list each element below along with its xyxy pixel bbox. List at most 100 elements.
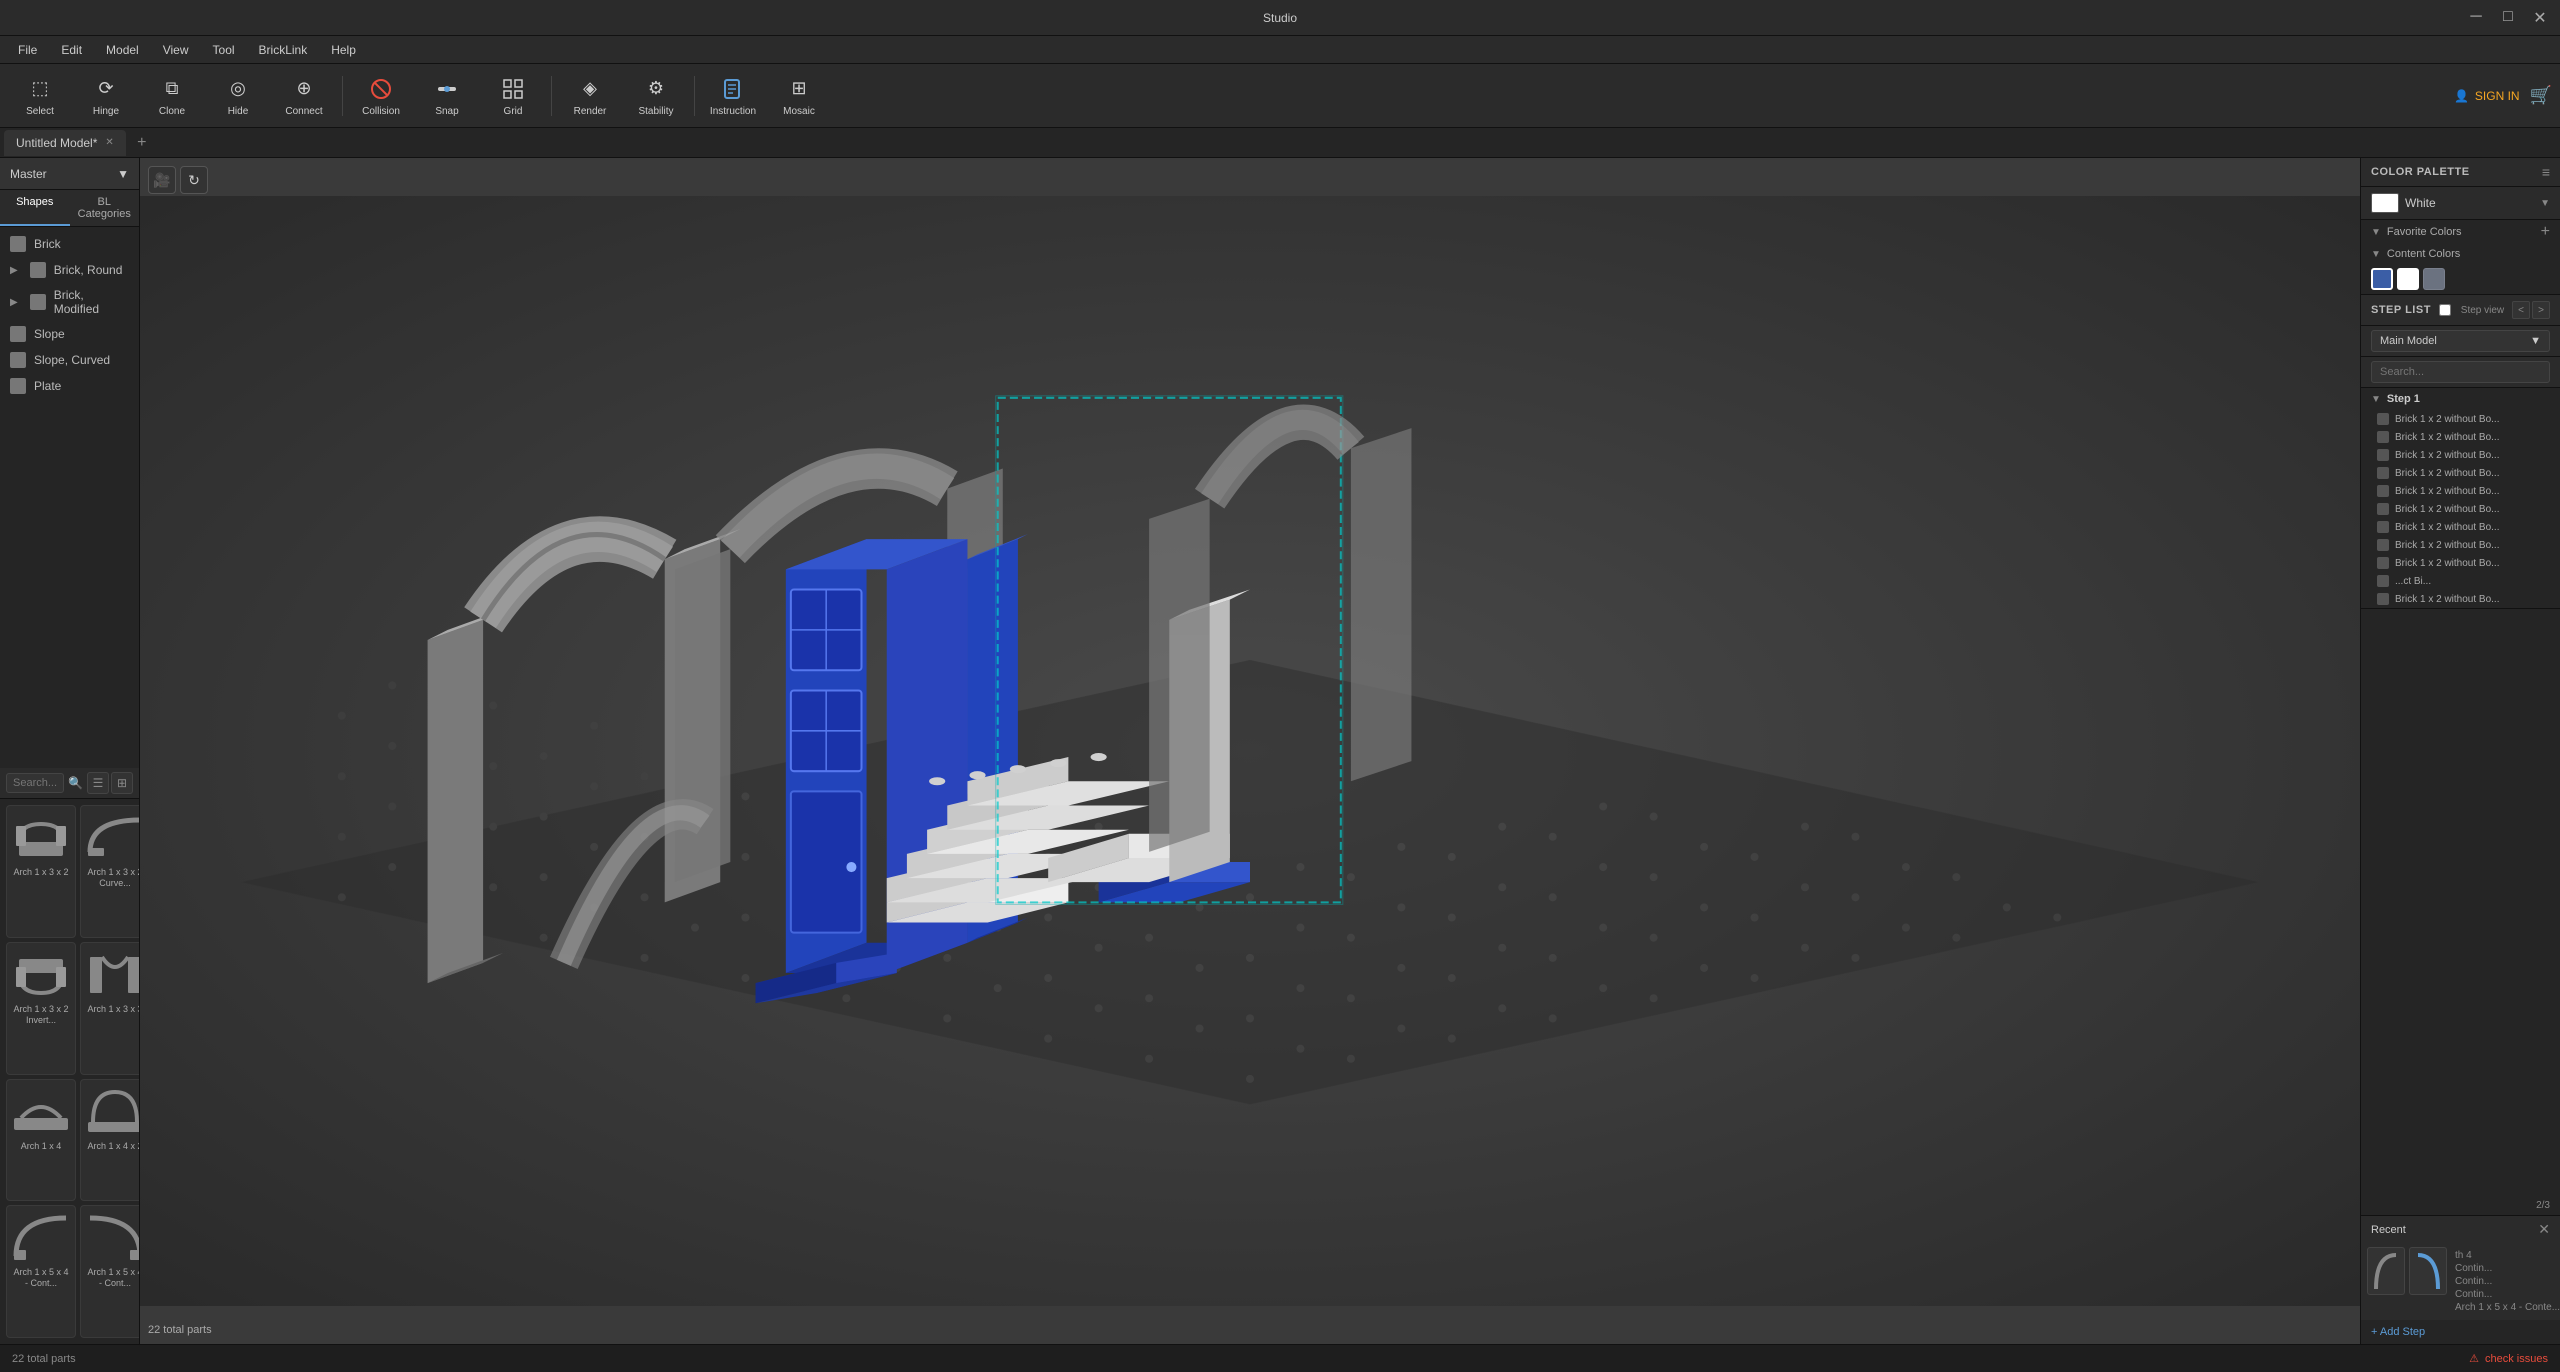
color-palette-header: COLOR PALETTE ≡ — [2361, 158, 2560, 187]
shape-item-brick[interactable]: Brick — [0, 231, 139, 257]
menu-item-file[interactable]: File — [8, 41, 47, 59]
maximize-button[interactable]: □ — [2498, 8, 2518, 28]
color-palette-filter-button[interactable]: ≡ — [2542, 164, 2550, 180]
hinge-tool-label: Hinge — [93, 106, 119, 117]
3d-scene — [140, 158, 2360, 1344]
color-selector[interactable]: White ▼ — [2361, 187, 2560, 220]
step-item[interactable]: Brick 1 x 2 without Bo... — [2361, 482, 2560, 500]
shape-item-label: Plate — [34, 379, 61, 393]
parts-count-status: 22 total parts — [12, 1353, 76, 1365]
cart-icon[interactable]: 🛒 — [2530, 85, 2552, 106]
menu-item-tool[interactable]: Tool — [203, 41, 245, 59]
menu-item-edit[interactable]: Edit — [51, 41, 92, 59]
step-item-text: Brick 1 x 2 without Bo... — [2395, 486, 2544, 497]
step-item[interactable]: Brick 1 x 2 without Bo... — [2361, 536, 2560, 554]
swatch-white[interactable] — [2397, 268, 2419, 290]
part-thumbnail — [85, 1086, 139, 1138]
step-item[interactable]: Brick 1 x 2 without Bo... — [2361, 590, 2560, 608]
shape-item-brick-round[interactable]: ▶ Brick, Round — [0, 257, 139, 283]
menu-item-bricklink[interactable]: BrickLink — [249, 41, 318, 59]
step-item-text: Brick 1 x 2 without Bo... — [2395, 558, 2544, 569]
tab-untitled-model[interactable]: Untitled Model* ✕ — [4, 130, 126, 156]
swatch-blue[interactable] — [2371, 268, 2393, 290]
rotate-control-button[interactable]: ↻ — [180, 166, 208, 194]
step-item-icon — [2377, 575, 2389, 587]
step-item[interactable]: Brick 1 x 2 without Bo... — [2361, 464, 2560, 482]
content-colors-arrow: ▼ — [2371, 249, 2381, 260]
model-select-dropdown[interactable]: Main Model ▼ — [2371, 330, 2550, 352]
grid-tool-button[interactable]: Grid — [481, 68, 545, 124]
part-thumbnail — [11, 1086, 71, 1138]
check-issues-label: check issues — [2485, 1353, 2548, 1365]
mosaic-tool-button[interactable]: ⊞ Mosaic — [767, 68, 831, 124]
step-search-input[interactable] — [2371, 361, 2550, 383]
favorite-colors-section[interactable]: ▼ Favorite Colors + — [2361, 220, 2560, 244]
shape-item-plate[interactable]: Plate — [0, 373, 139, 399]
tab-close-button[interactable]: ✕ — [105, 137, 113, 148]
menu-item-help[interactable]: Help — [321, 41, 366, 59]
step-item[interactable]: Brick 1 x 2 without Bo... — [2361, 428, 2560, 446]
part-arch-1x4[interactable]: Arch 1 x 4 — [6, 1079, 76, 1201]
menu-item-model[interactable]: Model — [96, 41, 149, 59]
check-issues-button[interactable]: ⚠ check issues — [2469, 1352, 2548, 1365]
shape-item-slope[interactable]: Slope — [0, 321, 139, 347]
step-nav-prev-button[interactable]: < — [2512, 301, 2530, 319]
search-button[interactable]: 🔍 — [68, 776, 83, 790]
shape-item-brick-modified[interactable]: ▶ Brick, Modified — [0, 283, 139, 321]
render-tool-button[interactable]: ◈ Render — [558, 68, 622, 124]
viewport[interactable]: 🎥 ↻ — [140, 158, 2360, 1344]
step-item[interactable]: Brick 1 x 2 without Bo... — [2361, 410, 2560, 428]
clone-tool-button[interactable]: ⧉ Clone — [140, 68, 204, 124]
camera-control-button[interactable]: 🎥 — [148, 166, 176, 194]
step-group-header-1[interactable]: ▼ Step 1 — [2361, 388, 2560, 410]
step-item-text: Brick 1 x 2 without Bo... — [2395, 450, 2544, 461]
add-favorite-button[interactable]: + — [2541, 224, 2550, 240]
tab-add-button[interactable]: + — [130, 131, 154, 155]
brick-modified-icon — [30, 294, 46, 310]
hinge-tool-button[interactable]: ⟳ Hinge — [74, 68, 138, 124]
add-step-button[interactable]: + Add Step — [2361, 1320, 2560, 1344]
step-item[interactable]: Brick 1 x 2 without Bo... — [2361, 518, 2560, 536]
list-view-button[interactable]: ☰ — [87, 772, 109, 794]
part-arch-1x3x2-invert[interactable]: Arch 1 x 3 x 2 Invert... — [6, 942, 76, 1075]
part-arch-1x5x4-1[interactable]: Arch 1 x 5 x 4 - Cont... — [6, 1205, 76, 1338]
shapes-tab[interactable]: Shapes — [0, 190, 70, 226]
minimize-button[interactable]: ─ — [2466, 8, 2486, 28]
menu-item-view[interactable]: View — [153, 41, 199, 59]
instruction-tool-button[interactable]: Instruction — [701, 68, 765, 124]
grid-view-button[interactable]: ⊞ — [111, 772, 133, 794]
step-nav-next-button[interactable]: > — [2532, 301, 2550, 319]
part-arch-1x4x2[interactable]: Arch 1 x 4 x 2 — [80, 1079, 139, 1201]
status-bar: 22 total parts ⚠ check issues — [0, 1344, 2560, 1372]
shape-list: Brick ▶ Brick, Round ▶ Brick, Modified S… — [0, 227, 139, 768]
hide-tool-button[interactable]: ◎ Hide — [206, 68, 270, 124]
step-item[interactable]: Brick 1 x 2 without Bo... — [2361, 446, 2560, 464]
step-item[interactable]: ...ct Bi... — [2361, 572, 2560, 590]
select-tool-button[interactable]: ⬚ Select — [8, 68, 72, 124]
snap-tool-button[interactable]: Snap — [415, 68, 479, 124]
sign-in-button[interactable]: 👤 SIGN IN — [2454, 89, 2520, 103]
bl-categories-tab[interactable]: BL Categories — [70, 190, 140, 226]
step-item[interactable]: Brick 1 x 2 without Bo... — [2361, 500, 2560, 518]
step-item-icon — [2377, 449, 2389, 461]
part-arch-1x3x3[interactable]: Arch 1 x 3 x 3 — [80, 942, 139, 1075]
recent-item-1[interactable] — [2367, 1247, 2405, 1316]
stability-tool-button[interactable]: ⚙ Stability — [624, 68, 688, 124]
shape-item-slope-curved[interactable]: Slope, Curved — [0, 347, 139, 373]
title-bar: Studio ─ □ ✕ — [0, 0, 2560, 36]
recent-close-button[interactable]: ✕ — [2538, 1221, 2550, 1238]
connect-tool-button[interactable]: ⊕ Connect — [272, 68, 336, 124]
collision-tool-button[interactable]: Collision — [349, 68, 413, 124]
step-item-icon — [2377, 413, 2389, 425]
close-button[interactable]: ✕ — [2530, 8, 2550, 28]
step-item[interactable]: Brick 1 x 2 without Bo... — [2361, 554, 2560, 572]
part-arch-1x3x2-curve[interactable]: Arch 1 x 3 x 2 Curve... — [80, 805, 139, 938]
recent-item-2[interactable] — [2409, 1247, 2447, 1316]
step-view-checkbox[interactable] — [2439, 304, 2451, 316]
part-arch-1x5x4-2[interactable]: Arch 1 x 5 x 4 - Cont... — [80, 1205, 139, 1338]
swatch-gray[interactable] — [2423, 268, 2445, 290]
search-input[interactable] — [6, 773, 64, 793]
part-arch-1x3x2[interactable]: Arch 1 x 3 x 2 — [6, 805, 76, 938]
master-dropdown[interactable]: Master ▼ — [0, 158, 139, 190]
content-colors-section[interactable]: ▼ Content Colors — [2361, 244, 2560, 264]
